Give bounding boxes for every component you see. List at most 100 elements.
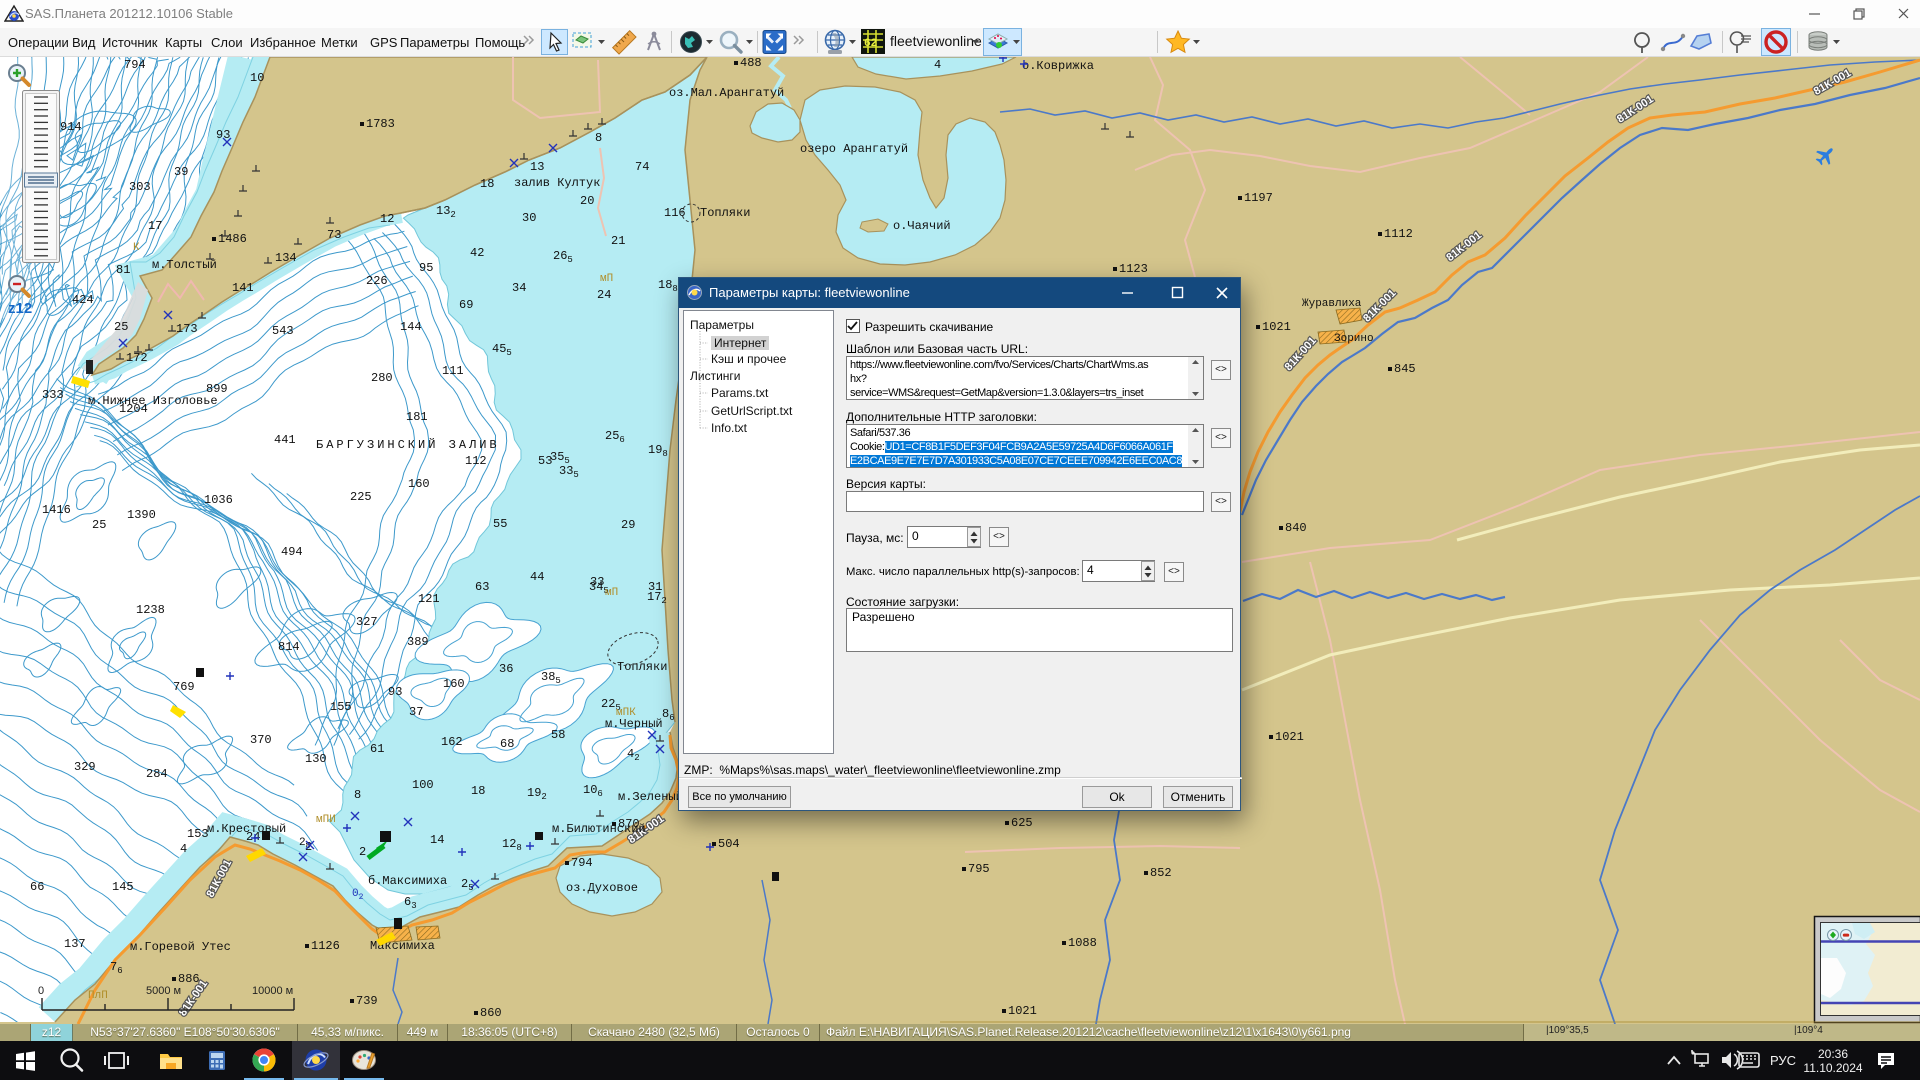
svg-text:м.Зеленый: м.Зеленый <box>618 790 683 804</box>
svg-text:1238: 1238 <box>136 603 165 617</box>
svg-text:172: 172 <box>126 351 148 365</box>
svg-text:1416: 1416 <box>42 503 71 517</box>
svg-text:залив Култук: залив Култук <box>514 176 600 190</box>
svg-text:130: 130 <box>305 752 327 766</box>
svg-text:2: 2 <box>359 845 366 859</box>
svg-text:1036: 1036 <box>204 493 233 507</box>
svg-text:845: 845 <box>1394 362 1416 376</box>
svg-text:494: 494 <box>281 545 303 559</box>
svg-text:153: 153 <box>187 827 209 841</box>
svg-text:14: 14 <box>430 833 444 847</box>
svg-text:121: 121 <box>418 592 440 606</box>
svg-text:173: 173 <box>176 322 198 336</box>
svg-text:134: 134 <box>275 251 297 265</box>
svg-text:К: К <box>133 242 140 254</box>
svg-text:81: 81 <box>116 263 130 277</box>
svg-text:10000 м: 10000 м <box>252 985 293 997</box>
svg-text:424: 424 <box>72 293 94 307</box>
svg-text:162: 162 <box>441 735 463 749</box>
svg-text:21: 21 <box>611 234 625 248</box>
svg-text:181: 181 <box>406 410 428 424</box>
svg-text:93: 93 <box>388 685 402 699</box>
svg-text:24: 24 <box>597 288 611 302</box>
svg-text:739: 739 <box>356 994 378 1008</box>
svg-text:1021: 1021 <box>1262 320 1291 334</box>
svg-text:25: 25 <box>114 320 128 334</box>
svg-text:68: 68 <box>500 737 514 751</box>
svg-text:Зорино: Зорино <box>1334 333 1374 345</box>
svg-text:8: 8 <box>354 788 361 802</box>
svg-text:840: 840 <box>1285 521 1307 535</box>
svg-text:852: 852 <box>1150 866 1172 880</box>
svg-text:389: 389 <box>407 635 429 649</box>
svg-text:1123: 1123 <box>1119 262 1148 276</box>
svg-text:100: 100 <box>412 778 434 792</box>
svg-text:112: 112 <box>465 454 487 468</box>
svg-text:1197: 1197 <box>1244 191 1273 205</box>
svg-text:озеро Арангатуй: озеро Арангатуй <box>800 142 908 156</box>
svg-text:34: 34 <box>512 281 526 295</box>
svg-text:БАРГУЗИНСКИЙ ЗАЛИВ: БАРГУЗИНСКИЙ ЗАЛИВ <box>316 437 500 452</box>
svg-text:1021: 1021 <box>1275 730 1304 744</box>
svg-text:8: 8 <box>595 131 602 145</box>
svg-text:б.Максимиха: б.Максимиха <box>368 874 447 888</box>
svg-text:0: 0 <box>38 985 44 997</box>
svg-text:1783: 1783 <box>366 117 395 131</box>
svg-text:160: 160 <box>408 477 430 491</box>
svg-text:1126: 1126 <box>311 939 340 953</box>
svg-text:62: 62 <box>864 38 877 50</box>
svg-text:Журавлиха: Журавлиха <box>1302 298 1362 310</box>
svg-text:о.Чаячий: о.Чаячий <box>893 219 951 233</box>
svg-text:18: 18 <box>471 784 485 798</box>
svg-text:95: 95 <box>419 261 433 275</box>
svg-text:17: 17 <box>148 219 162 233</box>
svg-text:1088: 1088 <box>1068 936 1097 950</box>
svg-text:814: 814 <box>278 640 300 654</box>
svg-text:329: 329 <box>74 760 96 774</box>
svg-text:12: 12 <box>380 212 394 226</box>
svg-text:42: 42 <box>470 246 484 260</box>
svg-text:5000 м: 5000 м <box>146 985 181 997</box>
svg-text:226: 226 <box>366 274 388 288</box>
svg-text:20:36: 20:36 <box>1818 1047 1848 1061</box>
svg-text:141: 141 <box>232 281 254 295</box>
svg-text:30: 30 <box>522 211 536 225</box>
svg-text:25: 25 <box>92 518 106 532</box>
svg-text:мПК: мПК <box>616 707 636 719</box>
svg-text:4: 4 <box>180 842 187 856</box>
svg-text:20: 20 <box>580 194 594 208</box>
svg-text:44: 44 <box>530 570 544 584</box>
svg-text:37: 37 <box>409 705 423 719</box>
svg-text:ПлП: ПлП <box>88 990 108 1002</box>
svg-text:оз.Духовое: оз.Духовое <box>566 881 638 895</box>
svg-text:303: 303 <box>129 180 151 194</box>
svg-text:488: 488 <box>740 57 762 70</box>
svg-text:111: 111 <box>442 364 464 378</box>
svg-text:284: 284 <box>146 767 168 781</box>
svg-text:м.Черный: м.Черный <box>605 717 663 731</box>
svg-text:69: 69 <box>459 298 473 312</box>
svg-text:Топляки: Топляки <box>617 660 667 674</box>
svg-text:1390: 1390 <box>127 508 156 522</box>
svg-text:886: 886 <box>178 972 200 986</box>
svg-text:58: 58 <box>551 728 565 742</box>
svg-text:795: 795 <box>968 862 990 876</box>
svg-text:1112: 1112 <box>1384 227 1413 241</box>
svg-text:137: 137 <box>64 937 86 951</box>
svg-text:1021: 1021 <box>1008 1004 1037 1018</box>
svg-text:155: 155 <box>330 700 352 714</box>
svg-text:61: 61 <box>370 742 384 756</box>
svg-text:543: 543 <box>272 324 294 338</box>
svg-text:м.Крестовый: м.Крестовый <box>207 822 286 836</box>
svg-text:370: 370 <box>250 733 272 747</box>
svg-text:4: 4 <box>934 58 941 72</box>
svg-text:18: 18 <box>480 177 494 191</box>
svg-text:мП: мП <box>605 587 618 599</box>
svg-text:794: 794 <box>571 856 593 870</box>
svg-text:39: 39 <box>174 165 188 179</box>
svg-text:327: 327 <box>356 615 378 629</box>
svg-text:769: 769 <box>173 680 195 694</box>
svg-text:504: 504 <box>718 837 740 851</box>
svg-text:145: 145 <box>112 880 134 894</box>
svg-text:144: 144 <box>400 320 422 334</box>
